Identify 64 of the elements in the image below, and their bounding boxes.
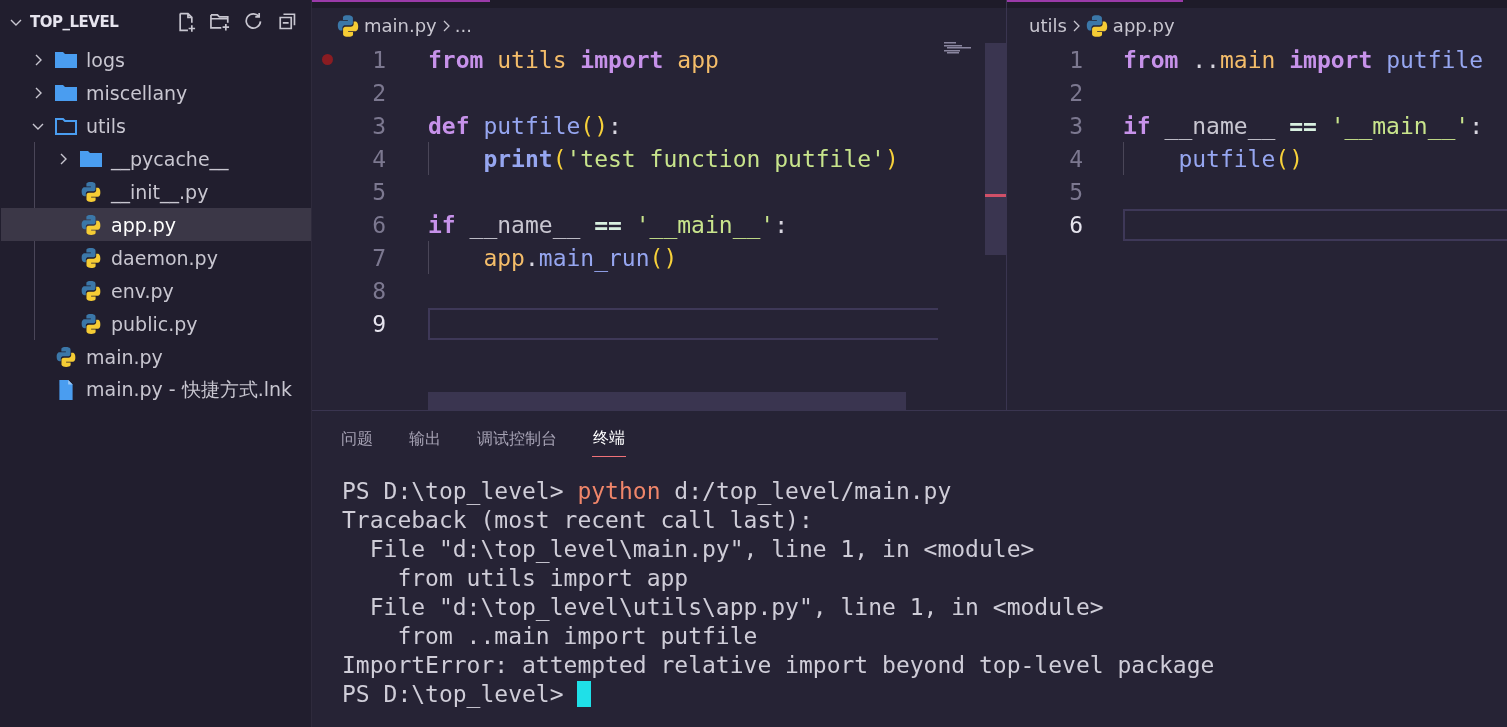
line-number: 7 [371, 244, 386, 271]
line-number: 3 [1068, 112, 1083, 139]
line-number: 1 [1068, 46, 1083, 73]
code-line: from utils import app [428, 46, 719, 73]
tree-item[interactable]: env.py [1, 274, 311, 307]
python-file-icon [54, 345, 78, 368]
python-file-icon [79, 213, 103, 236]
terminal-line: from utils import app [396, 564, 689, 591]
code-line: putfile() [1123, 142, 1303, 175]
line-number: 4 [371, 145, 386, 172]
line-number: 1 [371, 46, 386, 73]
code-line: if __name__ == '__main__': [1123, 112, 1484, 139]
tree-item[interactable]: main.py - 快捷方式.lnk [0, 373, 311, 406]
tree-item[interactable]: app.py [1, 208, 311, 241]
line-number: 5 [1068, 178, 1083, 205]
line-number: 8 [371, 277, 386, 304]
terminal-line: ImportError: attempted relative import beyond top-level package [342, 651, 1215, 678]
panel-tab[interactable]: 问题 [340, 427, 374, 457]
terminal-line: from ..main import putfile [396, 622, 758, 649]
line-number: 2 [371, 79, 386, 106]
tree-item[interactable]: utils [0, 109, 311, 142]
code-line: app.main_run() [428, 241, 678, 274]
code-line: print('test function putfile') [428, 142, 899, 175]
panel-tab[interactable]: 终端 [592, 427, 626, 457]
line-number: 5 [371, 178, 386, 205]
python-file-icon [79, 180, 103, 203]
tree-item[interactable]: miscellany [0, 76, 311, 109]
line-number: 6 [371, 211, 386, 238]
tree-item[interactable]: public.py [1, 307, 311, 340]
line-number: 2 [1068, 79, 1083, 106]
terminal-line: Traceback (most recent call last): [342, 506, 813, 533]
terminal-line: PS D:\top_level> [342, 680, 565, 707]
tree-item[interactable]: logs [0, 43, 311, 76]
code-line: def putfile(): [428, 112, 622, 139]
explorer-title: TOP_LEVEL [30, 12, 119, 31]
breadcrumb-item[interactable]: ... [454, 15, 472, 36]
terminal-line: File "d:\top_level\main.py", line 1, in <module> [368, 535, 1035, 562]
breadcrumb-item[interactable]: app.py [1112, 15, 1175, 36]
error-marker [985, 194, 1006, 197]
tree-item[interactable]: daemon.py [1, 241, 311, 274]
python-file-icon [336, 13, 360, 38]
line-number: 4 [1068, 145, 1083, 172]
scrollbar[interactable] [428, 392, 906, 410]
python-file-icon [79, 279, 103, 302]
breakpoint-dot[interactable] [321, 54, 333, 65]
terminal-line: File "d:\top_level\utils\app.py", line 1, in <module> [368, 593, 1104, 620]
tree-item[interactable]: __init__.py [1, 175, 311, 208]
code-line: from ..main import putfile [1123, 46, 1484, 73]
breadcrumb-item[interactable]: utils [1029, 15, 1067, 36]
breadcrumb-item[interactable]: main.py [364, 15, 437, 36]
python-file-icon [79, 312, 103, 335]
code-line: if __name__ == '__main__': [428, 211, 789, 238]
explorer-header[interactable]: TOP_LEVEL [0, 0, 311, 43]
line-number: 9 [371, 310, 386, 337]
python-file-icon [1084, 13, 1109, 38]
python-file-icon [79, 246, 103, 269]
terminal-line: PS D:\top_level> python d:/top_level/main.py [342, 477, 952, 504]
tree-item[interactable]: main.py [0, 340, 311, 373]
scrollbar[interactable] [985, 43, 1006, 255]
panel-tab[interactable]: 调试控制台 [476, 427, 558, 457]
line-number: 6 [1068, 211, 1083, 238]
line-number: 3 [371, 112, 386, 139]
tree-item[interactable]: __pycache__ [1, 142, 311, 175]
panel-tab[interactable]: 输出 [408, 427, 442, 457]
